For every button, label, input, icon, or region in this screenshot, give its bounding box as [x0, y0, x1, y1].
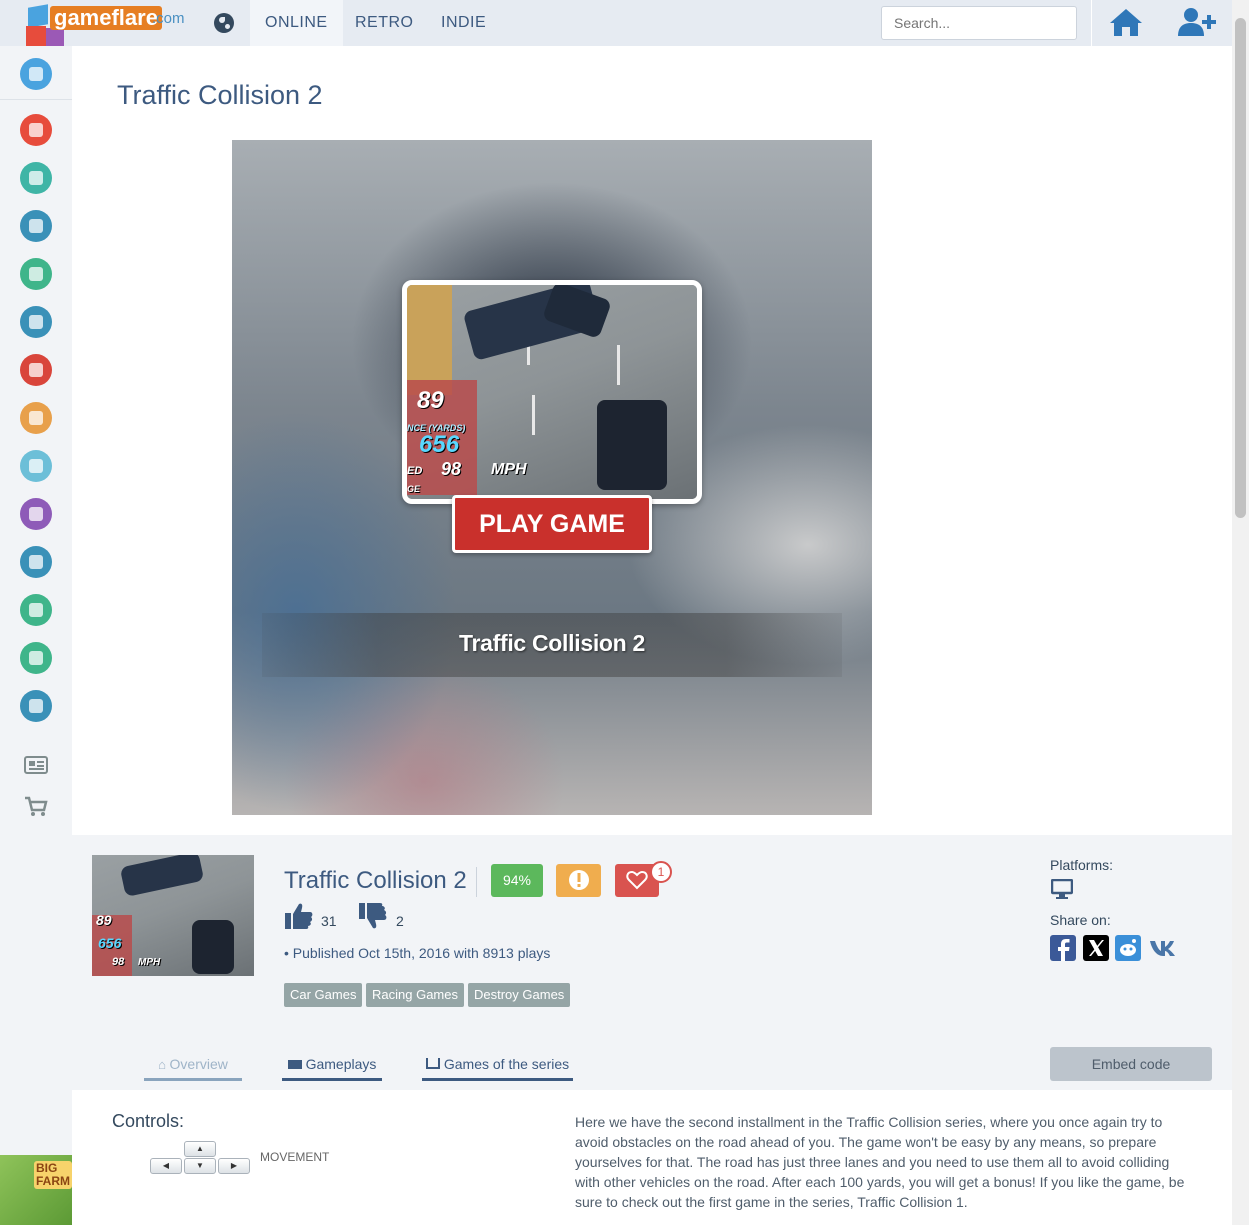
tab-games-of-series[interactable]: Games of the series [422, 1047, 573, 1081]
globe-icon[interactable] [214, 13, 234, 33]
arrow-down-key: ▼ [184, 1158, 216, 1174]
report-button[interactable] [556, 864, 601, 897]
game-stage[interactable]: 89 NCE (YARDS) 656 ED 98 MPH GE PLAY GAM… [232, 140, 872, 815]
platforms-label: Platforms: [1050, 857, 1114, 873]
scrollbar-thumb[interactable] [1235, 18, 1246, 518]
top-bar: gameflare .com ONLINE RETRO INDIE [0, 0, 1232, 46]
sidebar [0, 46, 72, 1225]
controls-label: Controls: [112, 1111, 185, 1131]
sitemap-icon [425, 1058, 440, 1069]
embed-code-button[interactable]: Embed code [1050, 1047, 1212, 1081]
home-icon: ⌂ [158, 1057, 170, 1072]
thumbs-down-icon[interactable] [358, 901, 388, 931]
search-input[interactable] [881, 6, 1077, 40]
vk-icon[interactable] [1148, 935, 1182, 961]
news-icon[interactable] [24, 756, 48, 774]
facebook-icon[interactable] [1050, 935, 1076, 961]
home-icon[interactable] [1108, 6, 1144, 38]
favorite-count: 1 [650, 861, 672, 883]
tab-gameplays[interactable]: Gameplays [282, 1047, 382, 1081]
football-icon[interactable] [20, 642, 52, 674]
tag-car-games[interactable]: Car Games [284, 983, 363, 1007]
clown-icon[interactable] [20, 354, 52, 386]
puzzle-icon[interactable] [20, 546, 52, 578]
girl-icon[interactable] [20, 402, 52, 434]
warning-icon [568, 870, 589, 890]
hud-side-text: GE [407, 484, 421, 494]
nav-tab-indie[interactable]: INDIE [426, 0, 501, 46]
game-thumbnail[interactable]: 89 NCE (YARDS) 656 ED 98 MPH GE [402, 280, 702, 504]
divider [476, 867, 477, 897]
logo-text: gameflare [50, 6, 162, 30]
divider [1091, 0, 1092, 46]
site-logo[interactable]: gameflare .com [22, 4, 192, 46]
people-icon[interactable] [20, 450, 52, 482]
animal-icon[interactable] [20, 210, 52, 242]
hat-icon[interactable] [20, 498, 52, 530]
target-icon[interactable] [20, 594, 52, 626]
arrow-left-key: ◀ [150, 1158, 182, 1174]
likes-count: 31 [321, 913, 337, 929]
rating-badge: 94% [491, 864, 543, 897]
3d-glasses-icon[interactable] [20, 162, 52, 194]
nav-tab-retro[interactable]: RETRO [340, 0, 429, 46]
sidebar-logo-icon[interactable] [20, 58, 52, 90]
shop-cart-icon[interactable] [24, 796, 48, 818]
desktop-icon [1051, 879, 1073, 899]
game-description: Here we have the second installment in t… [575, 1114, 1185, 1210]
car-icon[interactable] [20, 258, 52, 290]
published-info: • Published Oct 15th, 2016 with 8913 pla… [284, 945, 551, 961]
movement-label: MOVEMENT [260, 1150, 330, 1164]
nav-tab-online[interactable]: ONLINE [250, 0, 343, 46]
details-section: Controls: ▲ ◀ ▼ ▶ MOVEMENT Here we have … [72, 1090, 1232, 1225]
play-game-button[interactable]: PLAY GAME [452, 495, 652, 553]
hud-distance-small: 656 [98, 935, 122, 951]
tag-destroy-games[interactable]: Destroy Games [468, 983, 571, 1007]
arrow-right-key: ▶ [218, 1158, 250, 1174]
share-label: Share on: [1050, 912, 1111, 928]
stage-game-title: Traffic Collision 2 [458, 630, 645, 656]
youtube-icon[interactable] [20, 114, 52, 146]
hud-score-small: 89 [96, 912, 112, 928]
thumbs-up-icon[interactable] [284, 901, 314, 931]
game-info: 89 656 98 MPH Traffic Collision 2 94% 1 … [72, 835, 1232, 1090]
video-camera-icon [287, 1060, 302, 1069]
main-content: Traffic Collision 2 89 NCE (YARDS) 656 E… [72, 46, 1232, 835]
x-twitter-icon[interactable] [1083, 935, 1109, 961]
hud-speed-small: 98 [112, 956, 125, 968]
castle-icon[interactable] [20, 690, 52, 722]
hud-score: 89 [417, 387, 444, 414]
add-user-icon[interactable] [1176, 6, 1218, 38]
game-thumbnail-small: 89 656 98 MPH [92, 855, 254, 976]
heart-icon [626, 870, 648, 890]
hud-speed-unit-small: MPH [138, 957, 161, 968]
hud-speed-prefix: ED [407, 465, 423, 477]
dislikes-count: 2 [396, 913, 404, 929]
scrollbar[interactable] [1232, 0, 1249, 1225]
hud-speed: 98 [441, 459, 462, 479]
advertisement-banner[interactable]: BIG FARM [0, 1155, 72, 1225]
hud-distance: 656 [419, 431, 460, 458]
hud-speed-unit: MPH [491, 461, 527, 478]
tag-racing-games[interactable]: Racing Games [366, 983, 464, 1007]
gamepad-icon[interactable] [20, 306, 52, 338]
reddit-icon[interactable] [1115, 935, 1141, 961]
sidebar-top [0, 46, 72, 100]
game-name: Traffic Collision 2 [284, 867, 467, 894]
arrow-up-key: ▲ [184, 1141, 216, 1157]
page-title: Traffic Collision 2 [117, 80, 323, 110]
logo-domain: .com [152, 10, 185, 27]
tab-overview[interactable]: ⌂ Overview [144, 1047, 242, 1081]
